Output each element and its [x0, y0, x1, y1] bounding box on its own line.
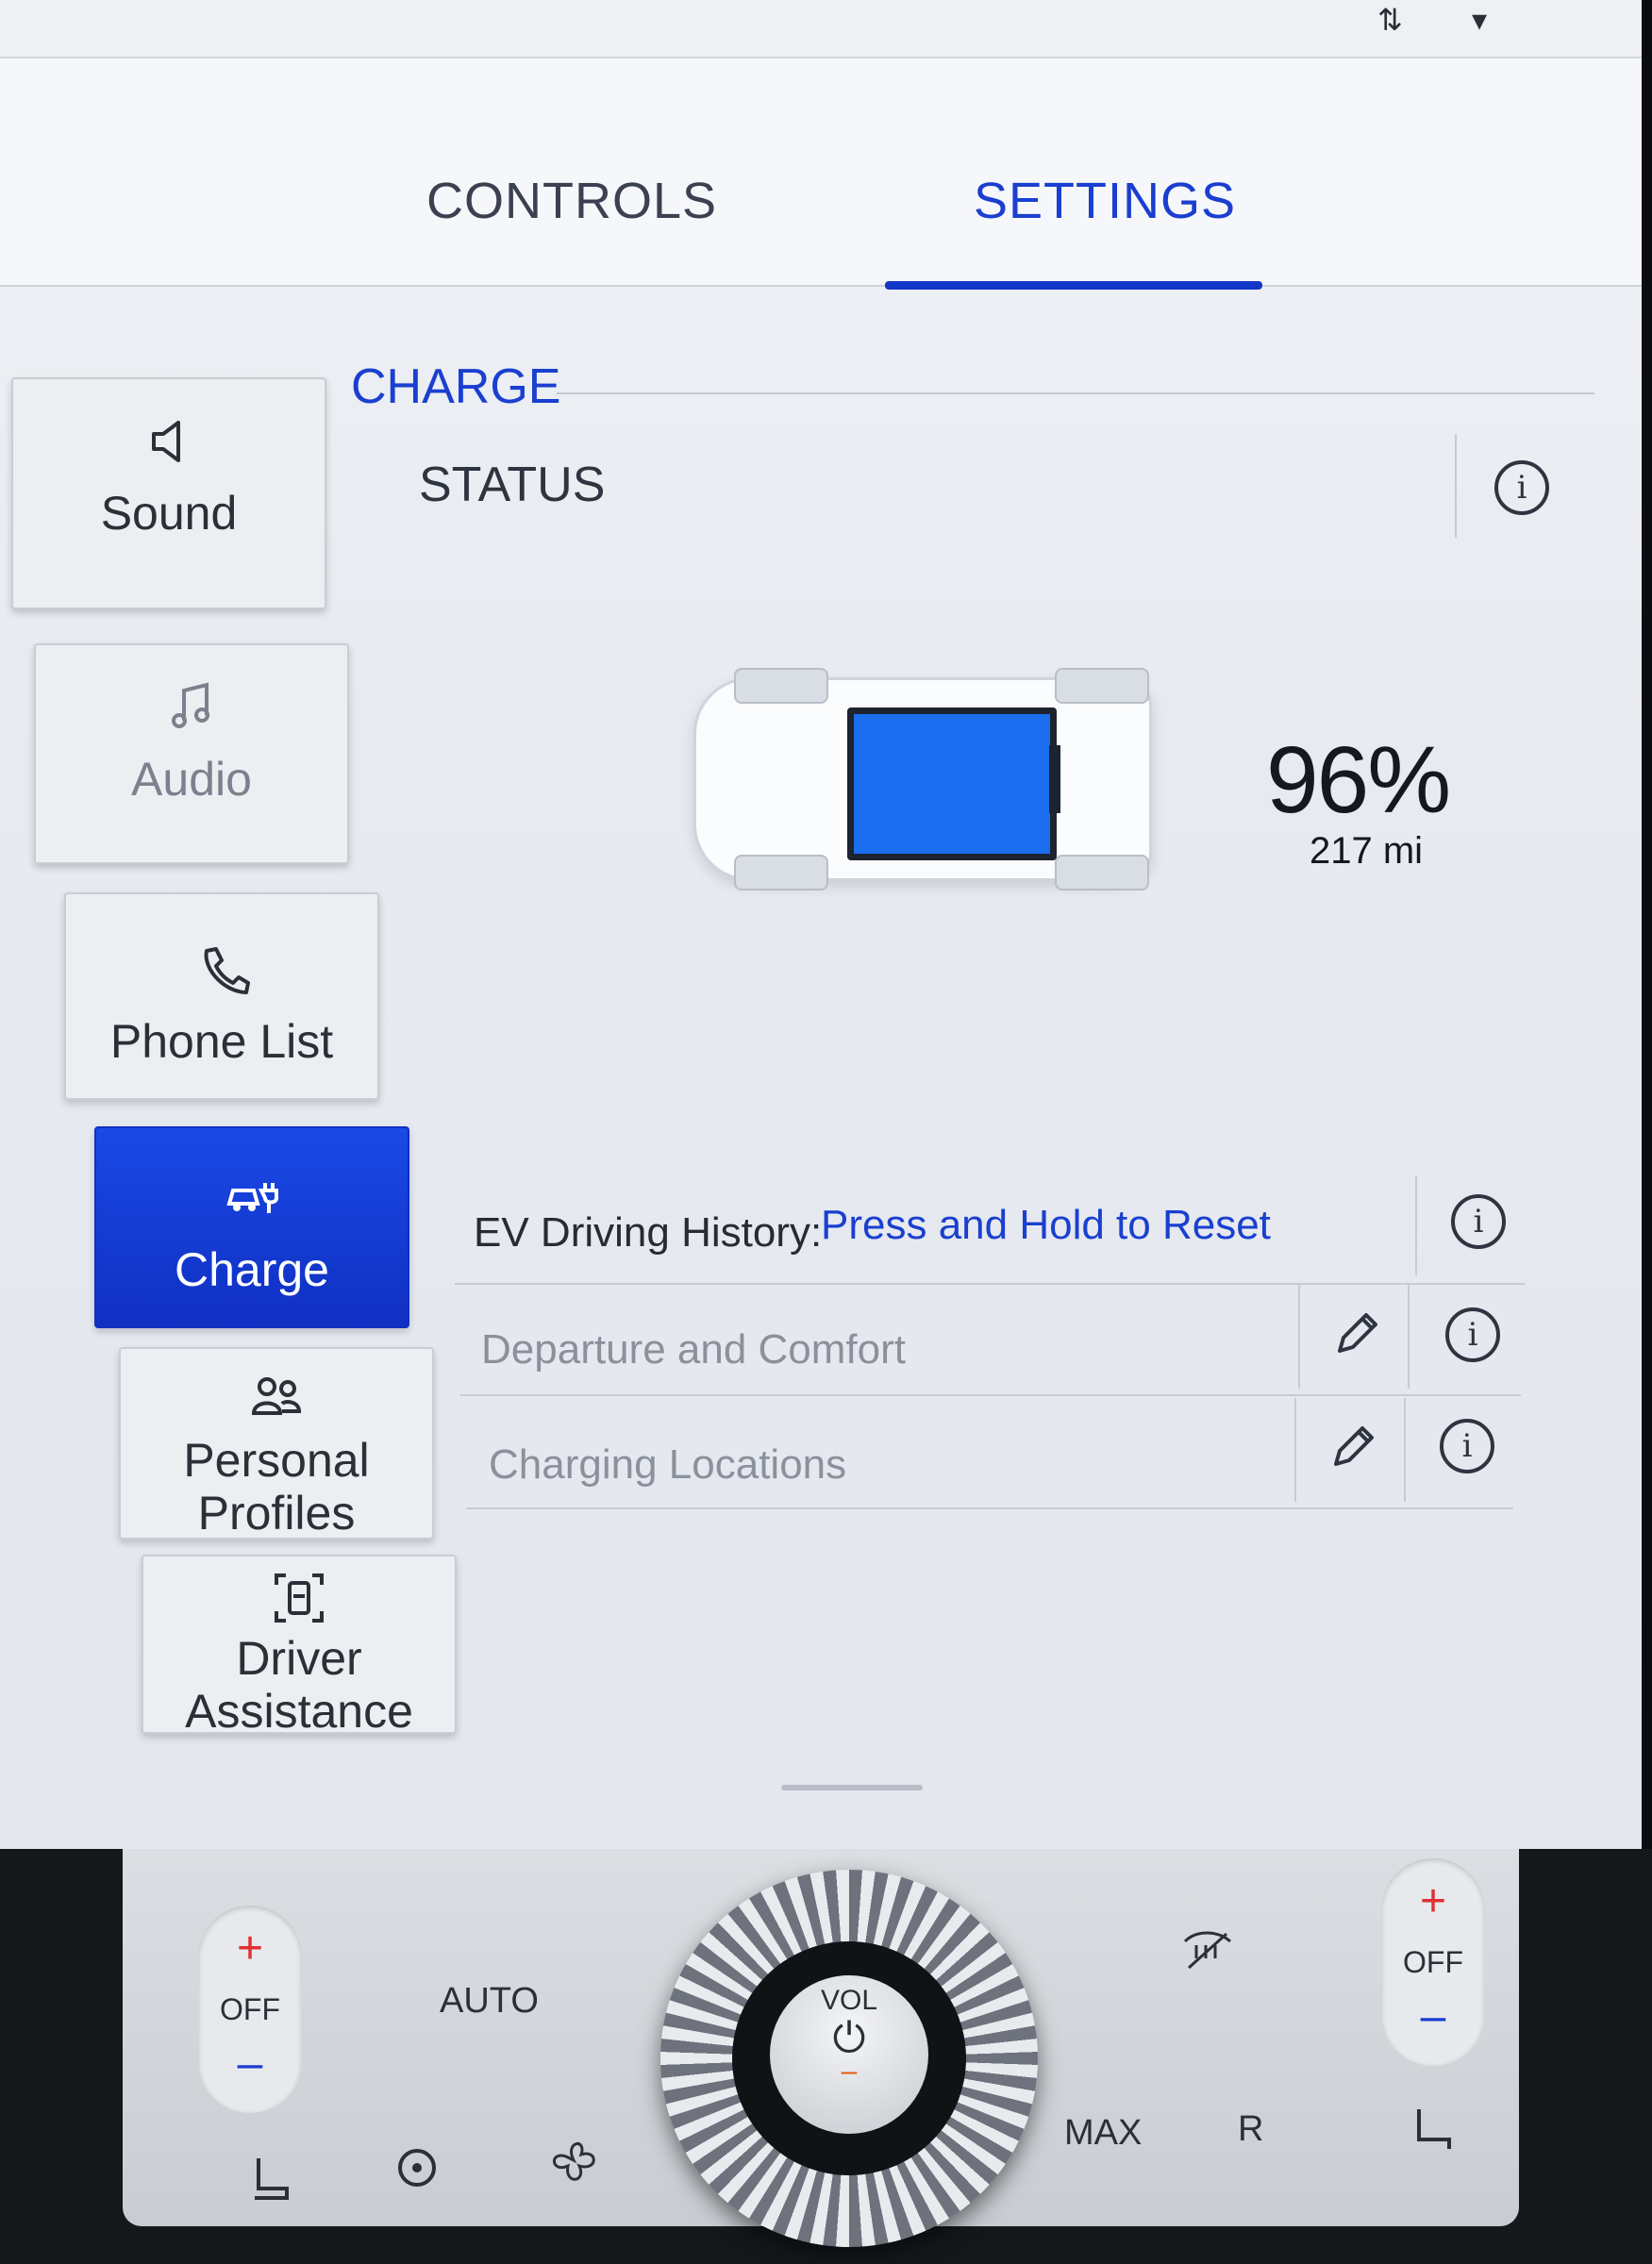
divider: [1455, 434, 1457, 538]
phone-icon: [204, 947, 250, 994]
power-indicator: –: [841, 2056, 858, 2087]
seat-ventilation-icon[interactable]: [1404, 2102, 1460, 2158]
nav-item-audio[interactable]: Audio: [34, 643, 349, 864]
divider: [1298, 1285, 1300, 1389]
sync-icon: ⇅: [1377, 2, 1403, 38]
divider: [1415, 1175, 1417, 1275]
status-info-icon[interactable]: i: [1494, 460, 1549, 515]
top-tab-bar: CONTROLS SETTINGS: [0, 58, 1642, 290]
heated-steering-wheel-icon[interactable]: [391, 2138, 447, 2194]
signal-icon: ▾: [1472, 2, 1488, 38]
nav-item-label: Sound: [100, 487, 238, 540]
max-defrost-button[interactable]: MAX: [1064, 2113, 1142, 2154]
nav-item-label: Charge: [175, 1243, 329, 1296]
nav-item-sound[interactable]: Sound: [11, 377, 326, 609]
divider: [1294, 1398, 1296, 1502]
nav-item-charge[interactable]: Charge: [94, 1126, 409, 1328]
edit-pencil-icon[interactable]: [1325, 1419, 1381, 1475]
fan-icon[interactable]: [545, 2132, 602, 2189]
row-divider: [466, 1507, 1513, 1509]
ev-driving-history-label: EV Driving History:: [474, 1209, 823, 1256]
temp-value: OFF: [220, 1992, 280, 2026]
temp-up-button[interactable]: +: [1381, 1875, 1485, 1927]
nav-item-label: Profiles: [197, 1487, 356, 1540]
departure-comfort-label[interactable]: Departure and Comfort: [481, 1326, 906, 1373]
temp-value: OFF: [1403, 1945, 1463, 1979]
infotainment-screen: ⇅ ▾ CONTROLS SETTINGS Sound Audio Phone …: [0, 0, 1652, 1849]
status-bar: ⇅ ▾: [0, 0, 1642, 58]
nav-item-label: Audio: [131, 753, 252, 806]
rear-defrost-button[interactable]: R: [1238, 2109, 1263, 2150]
driver-assist-icon: [275, 1573, 324, 1623]
nav-item-driver-assistance[interactable]: Driver Assistance: [142, 1555, 457, 1738]
row-divider: [460, 1394, 1521, 1396]
driver-temp-control[interactable]: + OFF –: [198, 1906, 302, 2113]
nav-item-label: Driver: [236, 1632, 362, 1685]
wheel: [734, 668, 828, 704]
temp-down-button[interactable]: –: [198, 2038, 302, 2089]
defrost-airflow-icon[interactable]: [1179, 1921, 1236, 1977]
nav-item-phone-list[interactable]: Phone List: [64, 892, 379, 1100]
tab-settings[interactable]: SETTINGS: [974, 172, 1236, 230]
speaker-icon: [152, 421, 180, 462]
section-divider: [557, 392, 1594, 394]
charging-locations-label[interactable]: Charging Locations: [489, 1441, 846, 1489]
auto-climate-button[interactable]: AUTO: [440, 1981, 539, 2022]
divider: [1408, 1285, 1410, 1389]
nav-item-personal-profiles[interactable]: Personal Profiles: [119, 1347, 434, 1540]
active-tab-indicator: [885, 281, 1262, 290]
tab-controls[interactable]: CONTROLS: [426, 172, 717, 230]
wheel: [1055, 668, 1149, 704]
departure-info-icon[interactable]: i: [1445, 1307, 1500, 1362]
battery-terminal: [1049, 745, 1060, 813]
status-heading: STATUS: [419, 458, 606, 512]
section-title: CHARGE: [351, 359, 561, 414]
battery-range: 217 mi: [1310, 830, 1424, 872]
battery-icon: [847, 708, 1057, 860]
volume-label: VOL: [820, 1985, 878, 2016]
power-icon: ⏻: [832, 2015, 866, 2061]
reset-driving-history-link[interactable]: Press and Hold to Reset: [821, 1202, 1271, 1249]
charging-locations-info-icon[interactable]: i: [1440, 1419, 1494, 1473]
ev-charge-icon: [226, 1183, 278, 1213]
heated-seat-icon[interactable]: [242, 2151, 298, 2207]
people-icon: [251, 1377, 302, 1415]
battery-percent: 96%: [1266, 727, 1451, 833]
divider: [1404, 1398, 1406, 1502]
music-note-icon: [172, 682, 209, 728]
ev-history-info-icon[interactable]: i: [1451, 1194, 1506, 1249]
row-divider: [455, 1283, 1525, 1285]
temp-down-button[interactable]: –: [1381, 1990, 1485, 2042]
edit-pencil-icon[interactable]: [1328, 1306, 1385, 1362]
nav-item-label: Assistance: [185, 1685, 413, 1738]
temp-up-button[interactable]: +: [198, 1923, 302, 1974]
volume-power-button[interactable]: VOL ⏻ –: [770, 1975, 928, 2134]
nav-item-label: Phone List: [109, 1015, 334, 1068]
wheel: [734, 855, 828, 891]
nav-item-label: Personal: [183, 1434, 370, 1487]
wheel: [1055, 855, 1149, 891]
passenger-temp-control[interactable]: + OFF –: [1381, 1858, 1485, 2066]
scroll-handle[interactable]: [781, 1785, 923, 1790]
